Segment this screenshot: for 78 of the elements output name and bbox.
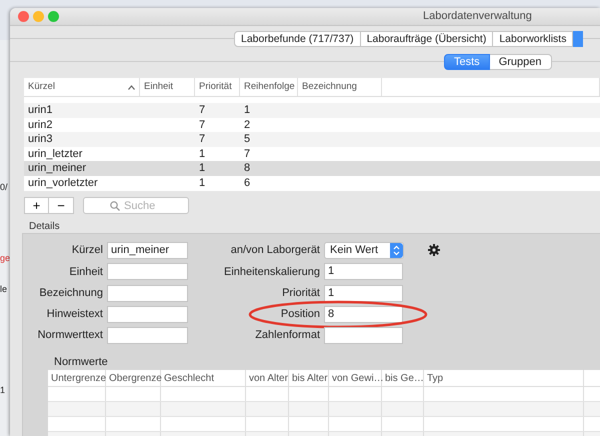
tab[interactable]: Laborworklists	[493, 31, 574, 47]
input-field[interactable]: urin_meiner	[107, 242, 188, 259]
column-header[interactable]: Einheit	[144, 80, 174, 94]
table-cell: 7	[244, 148, 250, 160]
column-header[interactable]: Untergrenze	[48, 370, 106, 386]
column-header[interactable]: Typ	[424, 370, 584, 386]
field-label: Priorität	[281, 286, 320, 301]
minimize-button[interactable]	[33, 11, 44, 22]
field-label: an/von Laborgerät	[230, 243, 320, 258]
input-field[interactable]	[324, 327, 403, 344]
field-label: Normwerttext	[36, 328, 103, 344]
column-header[interactable]: Kürzel	[28, 80, 55, 94]
tab[interactable]: Laborbefunde (717/737)	[234, 31, 361, 47]
table-cell: urin_letzter	[28, 148, 82, 160]
window-title: Labordatenverwaltung	[423, 9, 532, 24]
field-label: Hinweistext	[46, 307, 103, 322]
column-header[interactable]: Geschlecht	[161, 370, 246, 386]
segment-tab[interactable]: Gruppen	[490, 54, 552, 70]
tab[interactable]: Laboraufträge (Übersicht)	[360, 31, 494, 47]
input-field[interactable]: 1	[324, 263, 403, 280]
search-field[interactable]: Suche	[83, 197, 189, 214]
input-field[interactable]	[107, 327, 188, 344]
background-window-text: 1	[0, 385, 6, 396]
remove-button[interactable]: −	[49, 197, 74, 214]
input-field[interactable]	[107, 284, 188, 302]
table-cell: 6	[244, 176, 250, 188]
column-header[interactable]: Reihenfolge	[244, 80, 295, 94]
table-row[interactable]: urin2 7 2	[24, 118, 600, 132]
field-label: Zahlenformat	[254, 328, 320, 344]
table-cell: 7	[199, 118, 206, 130]
field-label: Bezeichnung	[38, 286, 103, 301]
table-cell: urin1	[28, 104, 52, 116]
table-cell: urin2	[28, 118, 52, 130]
background-window-text: ge	[0, 253, 10, 264]
column-header[interactable]: Bezeichnung	[302, 80, 357, 94]
background-window-text: le	[0, 284, 8, 295]
search-icon	[110, 201, 120, 211]
table-row[interactable]: urin1 7 1	[24, 103, 600, 118]
section-title: Normwerte	[54, 356, 109, 368]
zoom-button[interactable]	[48, 11, 59, 22]
input-field[interactable]: 8	[324, 306, 403, 323]
table-row[interactable]: urin_meiner 1 8	[24, 161, 600, 176]
input-field[interactable]	[107, 306, 188, 323]
table-cell: 1	[199, 176, 206, 188]
table-row[interactable]: urin_vorletzter 1 6	[24, 176, 600, 190]
background-window-text: 0/	[0, 182, 9, 193]
table-cell: 7	[199, 133, 206, 145]
tab[interactable]	[573, 31, 584, 47]
column-header[interactable]: bis Alter	[289, 370, 329, 386]
table-cell: urin3	[28, 133, 52, 145]
table-cell: 1	[244, 104, 250, 116]
field-label: Einheit	[68, 264, 103, 280]
table-cell: 2	[244, 118, 250, 130]
close-button[interactable]	[18, 11, 29, 22]
column-header[interactable]: von Gewi…	[329, 370, 382, 386]
table-cell: 1	[199, 148, 206, 160]
section-title: Details	[29, 221, 61, 232]
field-label: Position	[280, 307, 320, 322]
column-header[interactable]: bis Ge…	[382, 370, 424, 386]
add-button[interactable]: +	[24, 197, 49, 214]
table-cell: 7	[199, 104, 206, 116]
table-cell: urin_meiner	[28, 162, 86, 174]
field-label: Einheitenskalierung	[222, 264, 320, 280]
table-cell: urin_vorletzter	[28, 176, 98, 188]
table-row[interactable]: urin3 7 5	[24, 132, 600, 146]
input-field[interactable]: 1	[324, 284, 403, 302]
stepper-arrows-icon	[393, 245, 400, 256]
input-field[interactable]	[107, 263, 188, 280]
table-cell: 5	[244, 133, 250, 145]
table-row[interactable]: urin_letzter 1 7	[24, 146, 600, 161]
table-cell: 8	[244, 162, 250, 174]
field-label: Kürzel	[70, 243, 103, 258]
popup-button[interactable]: Kein Wert	[324, 242, 404, 259]
column-header[interactable]: von Alter	[246, 370, 289, 386]
column-header[interactable]: Obergrenze	[106, 370, 161, 386]
gear-icon[interactable]	[428, 244, 440, 256]
column-header[interactable]: Priorität	[199, 80, 232, 94]
table-cell: 1	[199, 162, 206, 174]
